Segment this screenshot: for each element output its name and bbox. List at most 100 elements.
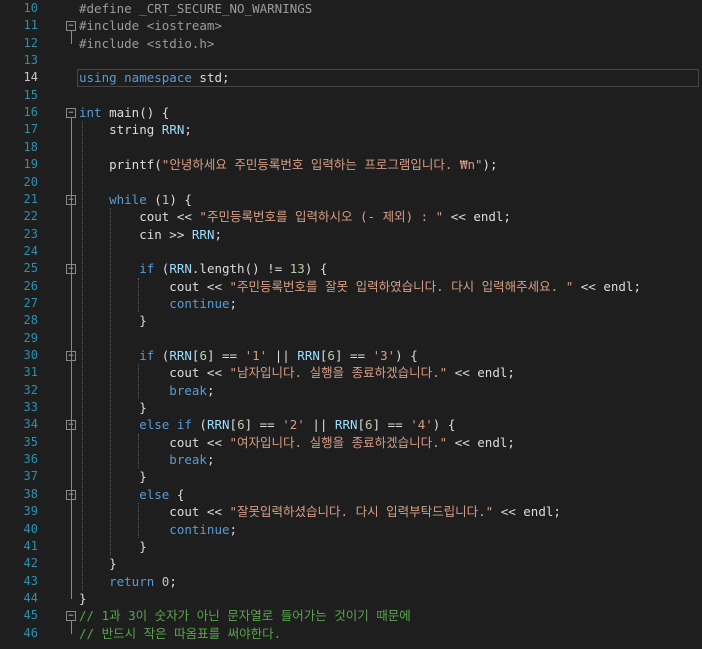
code-token: ] == (206, 348, 245, 363)
code-text: } (79, 590, 87, 607)
code-line[interactable]: 15 (0, 87, 702, 104)
code-token: else if (79, 417, 200, 433)
code-text: // 반드시 작은 따옴표를 써야한다. (79, 625, 281, 642)
code-line[interactable]: 12 #include <stdio.h> (0, 35, 702, 52)
code-line[interactable]: 44} (0, 590, 702, 607)
code-token: #include <stdio.h> (79, 35, 215, 51)
code-token: "주민등록번호를 잘못 입력하였습니다. 다시 입력해주세요. " (229, 278, 574, 294)
code-text: cout << "주민등록번호를 입력하시오 (- 제외) : " << end… (79, 208, 511, 225)
code-text: break; (79, 382, 214, 399)
code-line[interactable]: 19 printf("안녕하세요 주민등록번호 입력하는 프로그램입니다. ₩n… (0, 156, 702, 173)
code-token: 6 (365, 417, 373, 433)
code-token: #include <iostream> (79, 18, 222, 34)
code-line[interactable]: 40 continue; (0, 521, 702, 538)
code-token: RRN (161, 122, 185, 138)
code-line[interactable]: 32 break; (0, 382, 702, 399)
code-line[interactable]: 20 (0, 174, 702, 191)
code-token: #define _CRT_SECURE_NO_WARNINGS (79, 1, 313, 16)
code-line[interactable]: 31 cout << "남자입니다. 실행을 종료하겠습니다." << endl… (0, 364, 702, 381)
line-number: 32 (23, 382, 38, 397)
code-line[interactable]: 27 continue; (0, 295, 702, 312)
line-number: 33 (23, 400, 38, 415)
code-line[interactable]: 42 } (0, 555, 702, 572)
code-token: if (79, 348, 162, 363)
code-text: string RRN; (79, 121, 192, 138)
code-line[interactable]: 18 (0, 139, 702, 156)
code-line[interactable]: 45−// 1과 3이 숫자가 아닌 문자열로 들어가는 것이기 때문에 (0, 607, 702, 624)
code-token: ; (169, 573, 177, 589)
code-line[interactable]: 36 break; (0, 451, 702, 468)
indent-guide (138, 503, 139, 538)
code-token: // 반드시 작은 따옴표를 써야한다. (79, 625, 282, 641)
code-line[interactable]: 41 } (0, 538, 702, 555)
code-editor[interactable]: 10 #define _CRT_SECURE_NO_WARNINGS 11− #inc… (0, 0, 702, 649)
code-token: ( (154, 191, 162, 207)
code-text: else { (79, 486, 184, 503)
line-number: 22 (23, 209, 38, 224)
code-token: << endl; (447, 365, 515, 381)
code-line[interactable]: 14 using namespace std; (0, 69, 702, 86)
code-token: } (79, 556, 117, 572)
code-line[interactable]: 21− while (1) { (0, 191, 702, 208)
code-text: } (79, 399, 147, 416)
line-number: 29 (23, 330, 38, 345)
line-number: 21 (23, 191, 38, 206)
code-line[interactable]: 22 cout << "주민등록번호를 입력하시오 (- 제외) : " << … (0, 208, 702, 225)
code-token: cout << (79, 365, 230, 381)
code-token: 13 (289, 261, 305, 277)
code-token: '4' (410, 417, 433, 433)
code-token: "남자입니다. 실행을 종료하겠습니다." (229, 365, 448, 381)
indent-guide (138, 433, 139, 469)
code-token: 6 (199, 348, 207, 363)
code-token: [ (229, 417, 238, 433)
code-line[interactable]: 38− else { (0, 486, 702, 503)
code-token: break (79, 452, 207, 468)
line-number: 34 (23, 417, 38, 432)
code-line[interactable]: 43 return 0; (0, 573, 702, 590)
code-token: ( (199, 417, 207, 433)
code-line[interactable]: 24 (0, 243, 702, 260)
code-token: continue (79, 521, 230, 537)
code-line[interactable]: 33 } (0, 399, 702, 416)
code-line[interactable]: 39 cout << "잘못입력하셨습니다. 다시 입력부탁드립니다." << … (0, 503, 702, 520)
code-line[interactable]: 17 string RRN; (0, 121, 702, 138)
code-line[interactable]: 30− if (RRN[6] == '1' || RRN[6] == '3') … (0, 347, 702, 364)
code-token: ] == (372, 417, 411, 433)
line-number: 15 (23, 87, 38, 102)
code-token: while (79, 191, 155, 207)
code-token: || (304, 417, 335, 433)
code-token: cin >> (79, 226, 192, 242)
code-line[interactable]: 11− #include <iostream> (0, 17, 702, 34)
code-token: [ (357, 417, 366, 433)
code-token: ; (206, 382, 215, 398)
code-line[interactable]: 10 #define _CRT_SECURE_NO_WARNINGS (0, 0, 702, 17)
line-number: 45 (23, 608, 38, 623)
code-token: printf( (79, 157, 162, 173)
code-line[interactable]: 46 // 반드시 작은 따옴표를 써야한다. (0, 625, 702, 642)
code-token: ) { (304, 261, 328, 277)
line-number: 10 (23, 1, 38, 15)
code-token: ) { (395, 348, 418, 363)
code-line[interactable]: 26 cout << "주민등록번호를 잘못 입력하였습니다. 다시 입력해주세… (0, 278, 702, 295)
code-token: cout << (79, 504, 230, 520)
code-line[interactable]: 34− else if (RRN[6] == '2' || RRN[6] == … (0, 416, 702, 433)
code-token: "여자입니다. 실행을 종료하겠습니다." (229, 434, 448, 450)
code-line[interactable]: 29 (0, 330, 702, 347)
code-token: ; (184, 122, 192, 138)
code-text: cout << "여자입니다. 실행을 종료하겠습니다." << endl; (79, 434, 515, 451)
line-number: 19 (23, 157, 38, 172)
code-text: return 0; (79, 573, 177, 590)
code-line[interactable]: 25− if (RRN.length() != 13) { (0, 260, 702, 277)
code-line[interactable]: 37 } (0, 468, 702, 485)
code-token: ) { (169, 191, 192, 207)
code-token: if (79, 261, 162, 277)
code-token: RRN (191, 226, 215, 242)
code-line[interactable]: 16− int main() { (0, 104, 702, 121)
code-line[interactable]: 35 cout << "여자입니다. 실행을 종료하겠습니다." << endl… (0, 434, 702, 451)
code-line[interactable]: 23 cin >> RRN; (0, 226, 702, 243)
code-text: if (RRN.length() != 13) { (79, 260, 327, 277)
code-token: << endl; (493, 504, 561, 520)
code-token: else (79, 486, 177, 502)
code-line[interactable]: 28 } (0, 312, 702, 329)
code-line[interactable]: 13 (0, 52, 702, 69)
